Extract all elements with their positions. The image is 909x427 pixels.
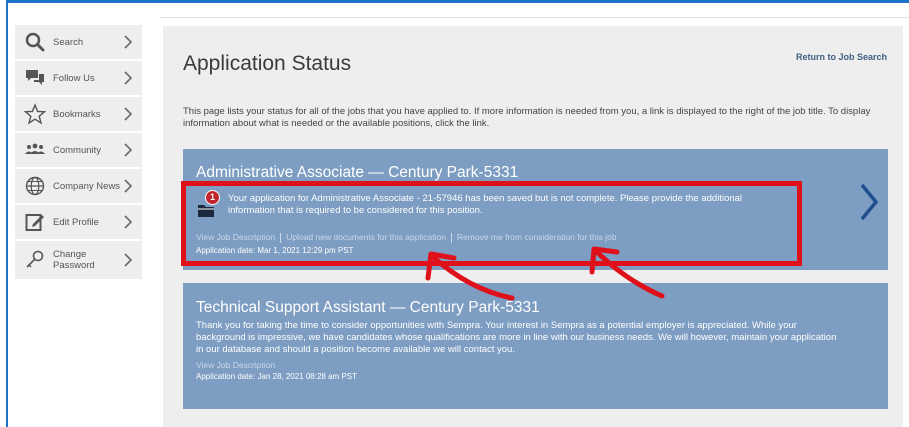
chevron-right-icon xyxy=(124,253,133,267)
page-description: This page lists your status for all of t… xyxy=(183,106,871,129)
sidebar-item-label: Search xyxy=(53,36,84,48)
sidebar-item-change-password[interactable]: Change Password xyxy=(15,241,142,281)
chat-icon xyxy=(26,70,44,85)
chevron-right-icon xyxy=(124,179,133,193)
search-icon xyxy=(25,32,45,52)
header-divider xyxy=(160,17,909,18)
sidebar-item-label: Follow Us xyxy=(53,72,95,84)
sidebar-item-company-news[interactable]: Company News xyxy=(15,169,142,205)
application-status-message: Thank you for taking the time to conside… xyxy=(196,320,837,355)
window-top-border xyxy=(8,0,909,3)
chevron-right-icon xyxy=(124,71,133,85)
sidebar: Search Follow Us Bookmarks Community Com… xyxy=(15,25,142,281)
sidebar-item-label: Community xyxy=(53,144,102,156)
sidebar-item-bookmarks[interactable]: Bookmarks xyxy=(15,97,142,133)
application-title[interactable]: Technical Support Assistant — Century Pa… xyxy=(196,299,540,317)
sidebar-item-label: Edit Profile xyxy=(53,216,99,228)
sidebar-item-label: Bookmarks xyxy=(53,108,101,120)
highlight-box xyxy=(181,181,802,266)
globe-icon xyxy=(25,176,45,196)
key-icon xyxy=(26,250,44,268)
window-left-border xyxy=(6,0,8,427)
star-icon xyxy=(24,103,46,125)
view-job-description-link[interactable]: View Job Description xyxy=(196,360,275,370)
application-date: Application date: Jan 28, 2021 08:28 am … xyxy=(196,372,357,381)
sidebar-item-community[interactable]: Community xyxy=(15,133,142,169)
return-to-job-search-link[interactable]: Return to Job Search xyxy=(796,52,887,62)
chevron-right-icon xyxy=(124,107,133,121)
sidebar-item-label: Company News xyxy=(53,180,121,192)
application-title[interactable]: Administrative Associate — Century Park-… xyxy=(196,164,518,182)
sidebar-item-edit-profile[interactable]: Edit Profile xyxy=(15,205,142,241)
chevron-right-icon xyxy=(124,35,133,49)
chevron-right-icon xyxy=(124,215,133,229)
page-title: Application Status xyxy=(183,52,352,75)
chevron-right-icon[interactable] xyxy=(858,182,880,222)
application-card: Technical Support Assistant — Century Pa… xyxy=(183,283,888,409)
sidebar-item-follow-us[interactable]: Follow Us xyxy=(15,61,142,97)
edit-icon xyxy=(25,214,44,231)
sidebar-item-search[interactable]: Search xyxy=(15,25,142,61)
sidebar-item-label: Change Password xyxy=(53,249,95,271)
chevron-right-icon xyxy=(124,143,133,157)
people-icon xyxy=(25,143,45,154)
